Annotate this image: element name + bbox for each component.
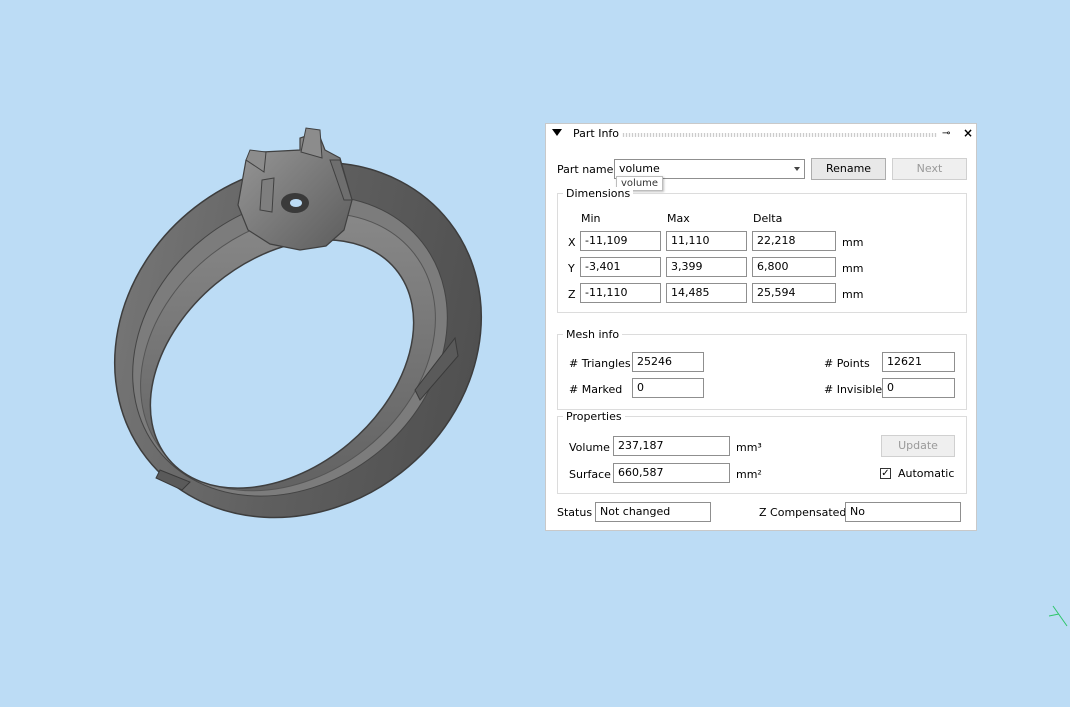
invisible-field[interactable]: 0 <box>882 378 955 398</box>
marked-field[interactable]: 0 <box>632 378 704 398</box>
points-label: # Points <box>824 357 870 370</box>
mesh-info-title: Mesh info <box>563 328 623 341</box>
z-compensated-label: Z Compensated <box>759 506 847 519</box>
delta-header: Delta <box>753 212 783 225</box>
rename-button[interactable]: Rename <box>811 158 886 180</box>
automatic-label: Automatic <box>898 467 955 480</box>
status-label: Status <box>557 506 593 519</box>
volume-unit: mm³ <box>736 441 762 454</box>
close-icon[interactable]: × <box>963 126 973 140</box>
automatic-checkbox[interactable]: ✓ <box>880 468 891 479</box>
drag-handle[interactable] <box>622 133 937 137</box>
part-name-value: volume <box>619 162 660 175</box>
axis-x-label: X <box>568 236 576 249</box>
dimensions-title: Dimensions <box>563 187 634 200</box>
z-delta-field[interactable]: 25,594 <box>752 283 836 303</box>
x-max-field[interactable]: 11,110 <box>666 231 747 251</box>
points-field[interactable]: 12621 <box>882 352 955 372</box>
panel-titlebar[interactable]: Part Info ⊸ × <box>546 124 976 144</box>
z-max-field[interactable]: 14,485 <box>666 283 747 303</box>
y-unit-label: mm <box>842 262 864 275</box>
z-unit-label: mm <box>842 288 864 301</box>
y-delta-field[interactable]: 6,800 <box>752 257 836 277</box>
checkbox-check-icon: ✓ <box>881 468 890 479</box>
status-field[interactable]: Not changed <box>595 502 711 522</box>
next-button[interactable]: Next <box>892 158 967 180</box>
y-min-field[interactable]: -3,401 <box>580 257 661 277</box>
triangles-label: # Triangles <box>569 357 631 370</box>
update-button[interactable]: Update <box>881 435 955 457</box>
chevron-down-icon <box>794 167 800 171</box>
max-header: Max <box>667 212 690 225</box>
volume-field[interactable]: 237,187 <box>613 436 730 456</box>
axis-indicator-icon <box>1048 605 1068 627</box>
min-header: Min <box>581 212 601 225</box>
part-name-label: Part name <box>557 163 614 176</box>
panel-title: Part Info <box>573 127 620 140</box>
properties-title: Properties <box>563 410 625 423</box>
part-info-panel: Part Info ⊸ × Part name volume volume Re… <box>545 123 977 531</box>
surface-field[interactable]: 660,587 <box>613 463 730 483</box>
surface-label: Surface <box>569 468 611 481</box>
x-delta-field[interactable]: 22,218 <box>752 231 836 251</box>
invisible-label: # Invisible <box>824 383 883 396</box>
z-min-field[interactable]: -11,110 <box>580 283 661 303</box>
marked-label: # Marked <box>569 383 623 396</box>
x-unit-label: mm <box>842 236 864 249</box>
surface-unit: mm² <box>736 468 762 481</box>
y-max-field[interactable]: 3,399 <box>666 257 747 277</box>
x-min-field[interactable]: -11,109 <box>580 231 661 251</box>
mesh-info-group <box>557 334 967 410</box>
volume-label: Volume <box>569 441 610 454</box>
axis-y-label: Y <box>568 262 575 275</box>
triangles-field[interactable]: 25246 <box>632 352 704 372</box>
collapse-triangle-icon[interactable] <box>552 129 562 136</box>
axis-z-label: Z <box>568 288 576 301</box>
pin-icon[interactable]: ⊸ <box>942 128 950 139</box>
z-compensated-field[interactable]: No <box>845 502 961 522</box>
